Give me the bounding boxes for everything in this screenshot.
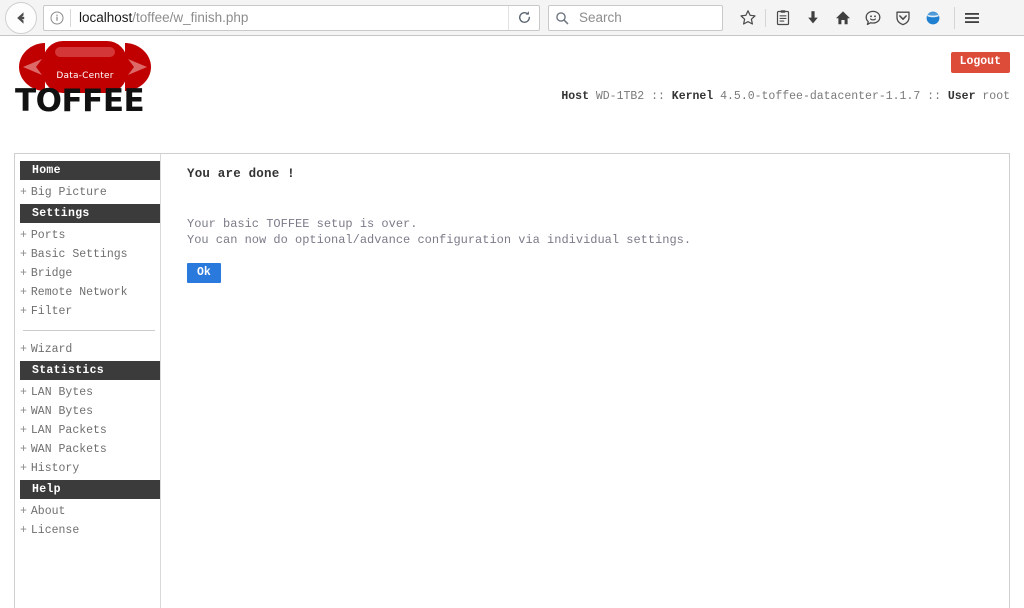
plus-icon: + — [20, 343, 27, 356]
plus-icon: + — [20, 267, 27, 280]
reader-list-icon[interactable] — [768, 3, 798, 33]
sidebar-item-bridge[interactable]: + Bridge — [15, 264, 160, 283]
logo-sublabel: Data-Center — [56, 71, 114, 81]
plus-icon: + — [20, 229, 27, 242]
sidebar-divider — [23, 330, 155, 331]
sidebar-section-help: Help — [20, 480, 160, 499]
sidebar-section-statistics: Statistics — [20, 361, 160, 380]
back-arrow-icon[interactable] — [5, 1, 37, 34]
sidebar-item-label: WAN Bytes — [30, 405, 94, 418]
sync-globe-icon[interactable] — [918, 3, 948, 33]
url-path: /toffee/w_finish.php — [132, 9, 249, 25]
plus-icon: + — [20, 462, 27, 475]
sidebar-section-home: Home — [20, 161, 160, 180]
user-key: User — [947, 90, 976, 103]
user-value: root — [982, 90, 1010, 103]
sidebar-item-filter[interactable]: + Filter — [15, 302, 160, 321]
bookmark-star-icon[interactable] — [733, 3, 763, 33]
browser-toolbar-icons — [733, 3, 989, 33]
plus-icon: + — [20, 186, 27, 199]
host-value: WD-1TB2 — [595, 90, 645, 103]
reload-icon[interactable] — [508, 5, 539, 30]
page-body: Data-Center TOFFEE Logout Host WD-1TB2 :… — [0, 36, 1024, 608]
sidebar-item-ports[interactable]: + Ports — [15, 226, 160, 245]
url-host: localhost — [79, 9, 133, 25]
ok-button[interactable]: Ok — [187, 263, 221, 283]
sidebar-item-label: Ports — [30, 229, 66, 242]
sidebar-item-remote-network[interactable]: + Remote Network — [15, 283, 160, 302]
sidebar-item-wan-bytes[interactable]: + WAN Bytes — [15, 402, 160, 421]
host-info-bar: Host WD-1TB2 :: Kernel 4.5.0-toffee-data… — [561, 90, 1010, 103]
sidebar-item-label: About — [30, 505, 66, 518]
sidebar-item-wizard[interactable]: + Wizard — [15, 340, 160, 359]
content-area: You are done ! Your basic TOFFEE setup i… — [161, 154, 1009, 608]
plus-icon: + — [20, 424, 27, 437]
host-sep-1: :: — [644, 90, 672, 103]
kernel-value: 4.5.0-toffee-datacenter-1.1.7 — [720, 90, 921, 103]
plus-icon: + — [20, 305, 27, 318]
pocket-shield-icon[interactable] — [888, 3, 918, 33]
sidebar: Home + Big Picture Settings + Ports + Basic Set… — [15, 154, 161, 608]
host-key: Host — [561, 90, 589, 103]
sidebar-item-history[interactable]: + History — [15, 459, 160, 478]
logout-button[interactable]: Logout — [950, 52, 1010, 73]
sidebar-item-label: License — [30, 524, 80, 537]
site-header: Data-Center TOFFEE Logout Host WD-1TB2 :… — [0, 36, 1024, 117]
sidebar-item-big-picture[interactable]: + Big Picture — [15, 183, 160, 202]
sidebar-item-label: Bridge — [30, 267, 73, 280]
plus-icon: + — [20, 443, 27, 456]
sidebar-item-basic-settings[interactable]: + Basic Settings — [15, 245, 160, 264]
content-line-1: Your basic TOFFEE setup is over. — [187, 217, 418, 231]
chat-smiley-icon[interactable] — [858, 3, 888, 33]
toolbar-separator — [765, 8, 766, 27]
toffee-logo: Data-Center TOFFEE — [15, 41, 155, 119]
sidebar-item-about[interactable]: + About — [15, 502, 160, 521]
content-line-2: You can now do optional/advance configur… — [187, 232, 692, 247]
search-input[interactable]: Search — [548, 4, 723, 31]
browser-toolbar: localhost/toffee/w_finish.php Search — [0, 0, 1024, 36]
plus-icon: + — [20, 248, 27, 261]
sidebar-item-lan-bytes[interactable]: + LAN Bytes — [15, 383, 160, 402]
sidebar-item-label: Big Picture — [30, 186, 107, 199]
sidebar-item-label: WAN Packets — [30, 443, 107, 456]
kernel-key: Kernel — [671, 90, 714, 103]
host-sep-2: :: — [920, 90, 948, 103]
home-icon[interactable] — [828, 3, 858, 33]
sidebar-item-label: Filter — [30, 305, 73, 318]
sidebar-section-settings: Settings — [20, 204, 160, 223]
url-bar[interactable]: localhost/toffee/w_finish.php — [43, 4, 540, 31]
main-panel: Home + Big Picture Settings + Ports + Basic Set… — [14, 153, 1010, 608]
sidebar-item-wan-packets[interactable]: + WAN Packets — [15, 440, 160, 459]
sidebar-item-label: Remote Network — [30, 286, 128, 299]
hamburger-menu-icon[interactable] — [955, 3, 989, 33]
logo-wordmark: TOFFEE — [15, 83, 145, 119]
plus-icon: + — [20, 386, 27, 399]
sidebar-item-lan-packets[interactable]: + LAN Packets — [15, 421, 160, 440]
sidebar-item-license[interactable]: + License — [15, 521, 160, 540]
search-placeholder: Search — [579, 9, 622, 25]
plus-icon: + — [20, 286, 27, 299]
info-identity-icon[interactable] — [44, 6, 70, 30]
search-icon — [549, 6, 575, 30]
plus-icon: + — [20, 524, 27, 537]
sidebar-item-label: Wizard — [30, 343, 73, 356]
url-text[interactable]: localhost/toffee/w_finish.php — [71, 6, 508, 30]
plus-icon: + — [20, 505, 27, 518]
sidebar-item-label: LAN Packets — [30, 424, 107, 437]
sidebar-item-label: LAN Bytes — [30, 386, 94, 399]
downloads-arrow-icon[interactable] — [798, 3, 828, 33]
page-title: You are done ! — [187, 167, 295, 181]
plus-icon: + — [20, 405, 27, 418]
sidebar-item-label: History — [30, 462, 80, 475]
content-text: Your basic TOFFEE setup is over. You can… — [187, 217, 1009, 248]
sidebar-item-label: Basic Settings — [30, 248, 128, 261]
